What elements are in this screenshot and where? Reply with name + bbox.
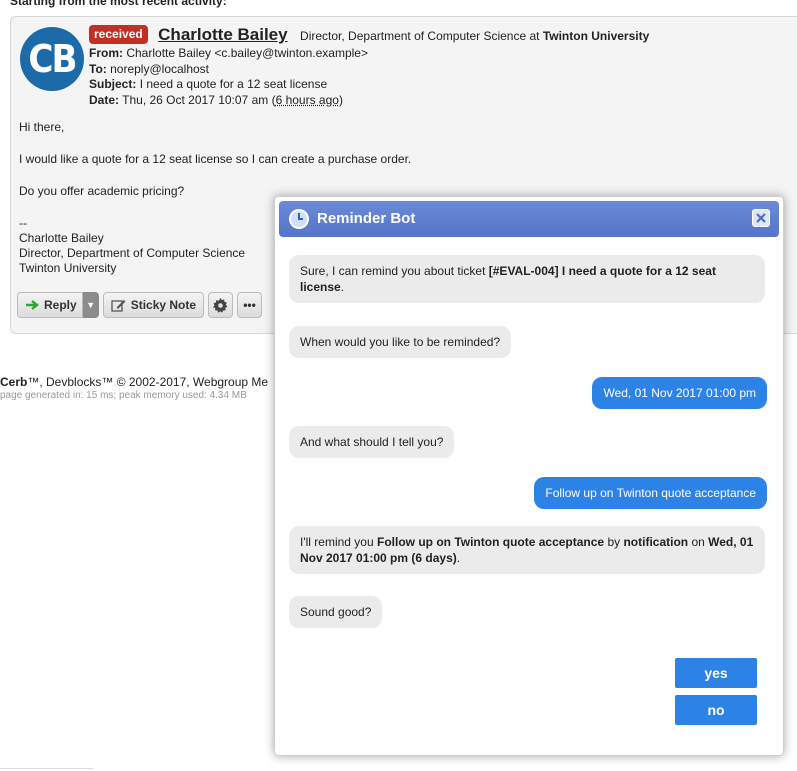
bot-message: When would you like to be reminded? <box>289 326 512 358</box>
close-icon <box>756 213 766 223</box>
reminder-bot-dialog: Reminder Bot Sure, I can remind you abou… <box>274 196 784 756</box>
message-actions: Reply ▼ Sticky Note ••• <box>17 292 263 318</box>
divider <box>0 768 94 769</box>
bot-message: I'll remind you Follow up on Twinton quo… <box>289 526 765 574</box>
activity-heading: Starting from the most recent activity: <box>10 0 227 8</box>
received-badge: received <box>89 25 148 44</box>
reply-split-button: Reply ▼ <box>17 292 99 318</box>
to-line: To: noreply@localhost <box>89 61 210 76</box>
dialog-title: Reminder Bot <box>317 210 416 227</box>
date-ago: 6 hours ago <box>275 92 339 107</box>
footer-stats: page generated in: 15 ms; peak memory us… <box>0 390 247 401</box>
bot-message: Sound good? <box>289 596 383 628</box>
body-paragraph: I would like a quote for a 12 seat licen… <box>19 152 412 166</box>
sender-org: Twinton University <box>542 29 650 43</box>
date-line: Date: Thu, 26 Oct 2017 10:07 am (6 hours… <box>89 92 343 107</box>
chevron-down-icon: ▼ <box>86 300 96 310</box>
body-paragraph: Hi there, <box>19 120 65 134</box>
subject-line: Subject: I need a quote for a 12 seat li… <box>89 77 328 91</box>
footer-brand: Cerb <box>0 375 28 389</box>
reply-options-button[interactable]: ▼ <box>82 292 99 318</box>
sender-title: Director, Department of Computer Science… <box>300 29 650 43</box>
yes-button[interactable]: yes <box>675 658 757 688</box>
user-message: Wed, 01 Nov 2017 01:00 pm <box>592 377 767 409</box>
reply-arrow-icon <box>26 300 39 310</box>
close-button[interactable] <box>752 209 770 227</box>
more-options-button[interactable]: ••• <box>237 292 263 318</box>
message-header: received Charlotte Bailey Director, Depa… <box>89 25 649 45</box>
message-meta: From: Charlotte Bailey <c.bailey@twinton… <box>89 46 368 108</box>
sender-name-link[interactable]: Charlotte Bailey <box>158 25 287 44</box>
dialog-titlebar[interactable]: Reminder Bot <box>279 201 779 237</box>
sticky-note-button[interactable]: Sticky Note <box>102 292 205 318</box>
footer-copyright: ™, Devblocks™ © 2002-2017, Webgroup Me <box>27 375 269 389</box>
bot-message: Sure, I can remind you about ticket [#EV… <box>289 255 765 303</box>
reply-button[interactable]: Reply <box>17 292 83 318</box>
from-line: From: Charlotte Bailey <c.bailey@twinton… <box>89 46 368 60</box>
gear-icon <box>213 297 228 313</box>
pencil-note-icon <box>111 300 126 312</box>
footer: Cerb™, Devblocks™ © 2002-2017, Webgroup … <box>0 375 268 389</box>
avatar[interactable]: CB <box>20 27 84 91</box>
settings-button[interactable] <box>208 292 234 318</box>
user-message: Follow up on Twinton quote acceptance <box>534 477 767 509</box>
clock-icon <box>289 209 309 229</box>
bot-message: And what should I tell you? <box>289 426 455 458</box>
no-button[interactable]: no <box>675 695 757 725</box>
